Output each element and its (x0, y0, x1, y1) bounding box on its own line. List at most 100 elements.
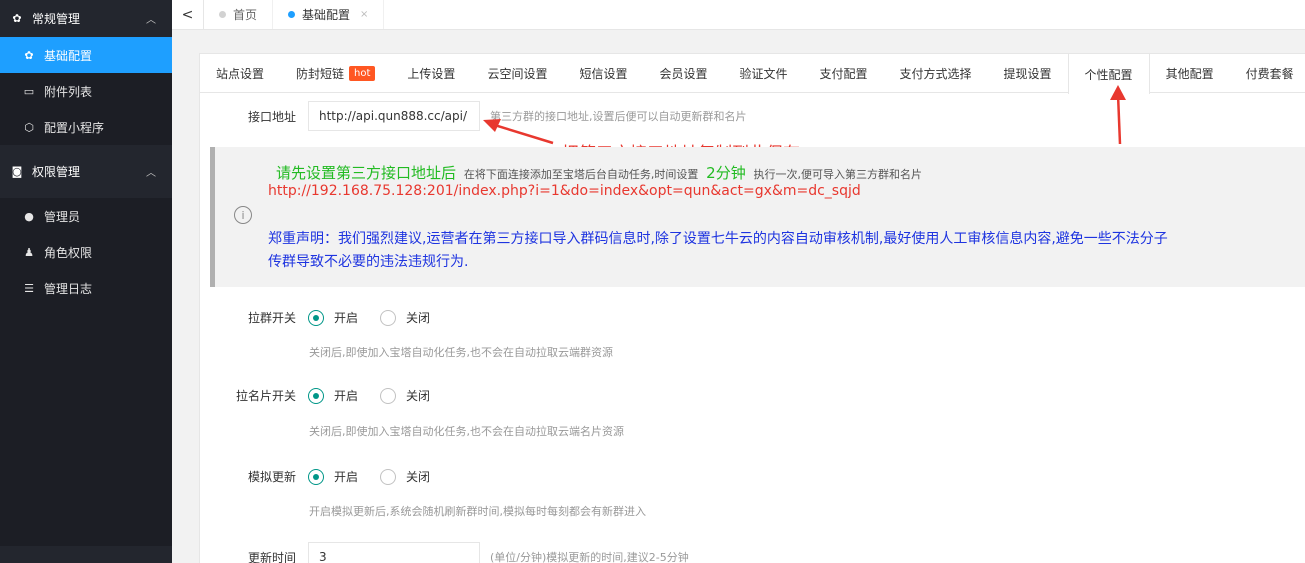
info-alert: i 请先设置第三方接口地址后 在将下面连接添加至宝塔后台自动任务,时间设置 2分… (210, 147, 1305, 287)
sidebar-group-permission[interactable]: ◙ 权限管理 ︿ (0, 153, 172, 190)
tab-label: 支付方式选择 (899, 66, 972, 81)
tab-label: 提现设置 (1003, 66, 1052, 81)
field-help: 关闭后,即使加入宝塔自动化任务,也不会在自动拉取云端名片资源 (309, 425, 624, 438)
tab-label: 会员设置 (659, 66, 708, 81)
radio-label: 关闭 (406, 389, 431, 403)
radio-on[interactable]: 开启 (308, 387, 358, 404)
radio-on[interactable]: 开启 (308, 468, 358, 485)
chevron-up-icon: ︿ (146, 168, 156, 179)
sidebar-item-label: 管理员 (44, 209, 81, 224)
tab-label: 其他配置 (1165, 66, 1214, 81)
radio-circle-icon (308, 387, 324, 404)
field-pull-groups: 拉群开关 开启 关闭 (200, 309, 452, 326)
radio-label: 关闭 (406, 470, 431, 484)
hot-badge: hot (349, 65, 376, 81)
tab-home[interactable]: 首页 (204, 0, 274, 29)
settings-card: 站点设置 防封短链 hot 上传设置 云空间设置 短信设置 会员设置 验证文件 支… (199, 53, 1305, 563)
back-button[interactable]: < (172, 0, 204, 29)
sidebar-item-label: 角色权限 (44, 245, 93, 260)
field-help: 开启模拟更新后,系统会随机刷新群时间,模拟每时每刻都会有新群进入 (309, 505, 646, 518)
radio-circle-icon (380, 387, 397, 404)
radio-off[interactable]: 关闭 (380, 387, 430, 404)
sidebar-group-label: 常规管理 (32, 12, 81, 26)
radio-label: 开启 (334, 389, 359, 403)
tab-label: 云空间设置 (487, 66, 548, 81)
update-time-value: 3 (319, 550, 327, 563)
sidebar-item-label: 附件列表 (44, 84, 93, 99)
sidebar-group-label: 权限管理 (32, 165, 81, 179)
update-time-label: 更新时间 (247, 550, 296, 563)
radio-label: 关闭 (406, 311, 431, 325)
field-label: 拉群开关 (247, 311, 296, 325)
sidebar-item-label: 基础配置 (44, 48, 93, 63)
sidebar-item-label: 管理日志 (44, 281, 93, 296)
update-time-row: 更新时间 3 (单位/分钟)模拟更新的时间,建议2-5分钟 (200, 542, 689, 563)
arrow-head-icon (1110, 85, 1126, 100)
cube-icon: ⬡ (24, 120, 34, 134)
tab-site-settings[interactable]: 站点设置 (200, 54, 280, 92)
tab-basic-config[interactable]: 基础配置 × (273, 0, 385, 29)
tab-label: 短信设置 (579, 66, 628, 81)
api-label: 接口地址 (247, 109, 296, 124)
alert-interval: 2分钟 (706, 164, 746, 182)
radio-circle-icon (380, 468, 397, 485)
update-time-help: (单位/分钟)模拟更新的时间,建议2-5分钟 (490, 551, 689, 563)
radio-label: 开启 (334, 311, 359, 325)
folder-icon: ▭ (23, 84, 35, 98)
sidebar-item-miniprogram[interactable]: ⬡ 配置小程序 (0, 109, 172, 145)
tab-label: 首页 (233, 8, 258, 22)
tab-label: 站点设置 (216, 66, 265, 81)
radio-label: 开启 (334, 470, 359, 484)
alert-url[interactable]: http://192.168.75.128:201/index.php?i=1&… (268, 183, 861, 199)
radio-off[interactable]: 关闭 (380, 309, 430, 326)
tab-label: 个性配置 (1084, 67, 1133, 82)
radio-circle-icon (308, 468, 324, 485)
dot-icon (288, 11, 296, 18)
sidebar-item-roles[interactable]: ♟ 角色权限 (0, 234, 172, 270)
gear-icon: ✿ (12, 12, 22, 25)
tab-label: 付费套餐 (1245, 66, 1294, 81)
sidebar: ✿ 常规管理 ︿ ✿ 基础配置 ▭ 附件列表 ⬡ 配置小程序 ◙ 权限管理 ︿ … (0, 0, 172, 563)
field-help: 关闭后,即使加入宝塔自动化任务,也不会在自动拉取云端群资源 (309, 346, 613, 359)
alert-line-1: 请先设置第三方接口地址后 在将下面连接添加至宝塔后台自动任务,时间设置 2分钟 … (276, 162, 922, 183)
radio-circle-icon (308, 309, 324, 326)
top-tab-bar: < 首页 基础配置 × (172, 0, 1305, 30)
cat-icon: ◙ (11, 165, 23, 178)
sidebar-group-general[interactable]: ✿ 常规管理 ︿ (0, 0, 172, 37)
dot-icon (219, 11, 226, 18)
tab-anti-block-link[interactable]: 防封短链 hot (280, 54, 391, 92)
alert-tail: 执行一次,便可导入第三方群和名片 (753, 168, 923, 181)
sidebar-item-basic-config[interactable]: ✿ 基础配置 (0, 37, 172, 73)
person-icon: ♟ (24, 245, 34, 259)
field-pull-cards: 拉名片开关 开启 关闭 (200, 387, 452, 404)
user-circle-icon: ● (24, 209, 34, 223)
info-icon: i (234, 206, 252, 224)
alert-statement-2: 传群导致不必要的违法违规行为. (268, 254, 469, 270)
close-icon[interactable]: × (360, 9, 368, 20)
sidebar-item-admins[interactable]: ● 管理员 (0, 198, 172, 234)
field-simulated-update: 模拟更新 开启 关闭 (200, 468, 452, 485)
sidebar-filler (0, 306, 172, 546)
tab-label: 基础配置 (302, 8, 351, 22)
radio-circle-icon (380, 309, 397, 326)
alert-mid: 在将下面连接添加至宝塔后台自动任务,时间设置 (463, 168, 699, 181)
alert-statement: 郑重声明：我们强烈建议,运营者在第三方接口导入群码信息时,除了设置七牛云的内容自… (268, 231, 1168, 247)
tab-paid-plans[interactable]: 付费套餐 (1230, 54, 1305, 92)
radio-off[interactable]: 关闭 (380, 468, 430, 485)
field-label: 拉名片开关 (235, 389, 296, 403)
chevron-left-icon: < (181, 6, 194, 23)
update-time-input[interactable]: 3 (308, 542, 480, 563)
gear-icon: ✿ (24, 48, 34, 62)
tab-label: 验证文件 (739, 66, 788, 81)
field-label: 模拟更新 (247, 470, 296, 484)
tab-label: 支付配置 (819, 66, 868, 81)
annotation-arrow-line (1116, 93, 1122, 145)
tab-label: 防封短链 (296, 66, 345, 81)
alert-lead: 请先设置第三方接口地址后 (276, 164, 457, 182)
api-url-value: http://api.qun888.cc/api/ (319, 109, 468, 123)
sidebar-item-logs[interactable]: ☰ 管理日志 (0, 270, 172, 306)
sidebar-item-attachments[interactable]: ▭ 附件列表 (0, 73, 172, 109)
sidebar-item-label: 配置小程序 (44, 120, 105, 135)
radio-on[interactable]: 开启 (308, 309, 358, 326)
list-icon: ☰ (24, 281, 34, 295)
